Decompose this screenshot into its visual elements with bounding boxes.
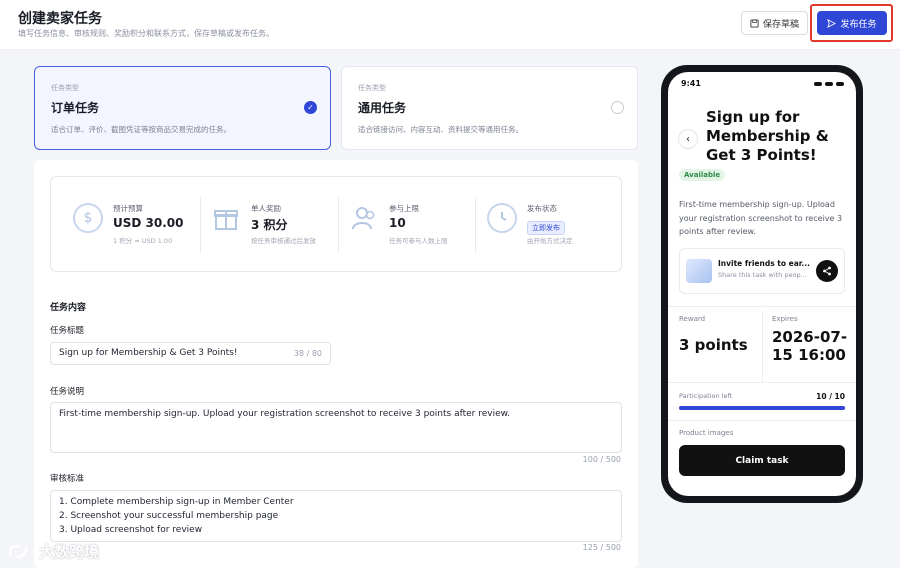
criteria-line: 3. Upload screenshot for review	[59, 525, 203, 535]
stat-status: 发布状态 立即发布 由开始方式决定	[487, 193, 605, 255]
char-counter: 38 / 80	[293, 349, 322, 358]
stats-summary: $ 预计预算 USD 30.00 1 积分 ≈ USD 1.00 单人奖励 3 …	[50, 176, 622, 272]
stat-value: 3 积分	[251, 218, 288, 232]
stat-note: 由开始方式决定	[527, 237, 573, 245]
back-icon[interactable]: ‹	[678, 129, 698, 149]
check-icon[interactable]: ✓	[304, 101, 317, 114]
expires-value: 2026-07-15 16:00	[772, 328, 848, 364]
mobile-preview: 9:41 ‹ Sign up for Membership & Get 3 Po…	[661, 65, 863, 503]
divider	[475, 197, 476, 253]
invite-title: Invite friends to ear...	[718, 259, 810, 268]
reward-label: Reward	[679, 315, 706, 323]
char-counter: 100 / 500	[582, 455, 621, 464]
review-criteria-textarea[interactable]: 1. Complete membership sign-up in Member…	[50, 490, 622, 542]
clock-icon	[487, 203, 517, 233]
form-panel: $ 预计预算 USD 30.00 1 积分 ≈ USD 1.00 单人奖励 3 …	[34, 160, 638, 568]
task-title-input[interactable]: Sign up for Membership & Get 3 Points! 3…	[50, 342, 331, 365]
page-title: 创建卖家任务	[18, 11, 102, 27]
stat-label: 发布状态	[527, 204, 557, 213]
divider	[668, 420, 856, 421]
reward-value: 3 points	[679, 336, 748, 354]
criteria-line: 1. Complete membership sign-up in Member…	[59, 497, 294, 507]
divider	[762, 310, 763, 382]
publish-highlight: 发布任务	[810, 4, 893, 42]
invite-subtitle: Share this task with peop...	[718, 271, 807, 279]
expires-label: Expires	[772, 315, 798, 323]
task-type-card-general[interactable]: 任务类型 通用任务 适合链接访问、内容互动、资料提交等通用任务。	[341, 66, 638, 150]
criteria-line: 2. Screenshot your successful membership…	[59, 511, 279, 521]
stat-limit: 参与上限 10 任务可参与人数上限	[349, 193, 467, 255]
task-description-value: First-time membership sign-up. Upload yo…	[59, 409, 511, 419]
stat-label: 预计预算	[113, 204, 143, 213]
status-badge: 立即发布	[527, 221, 565, 235]
send-icon	[827, 18, 837, 28]
preview-title: Sign up for Membership & Get 3 Points!	[706, 108, 829, 164]
status-badge: Available	[679, 169, 726, 181]
save-draft-label: 保存草稿	[762, 19, 799, 30]
task-type-tag: 任务类型	[51, 84, 79, 92]
char-counter: 125 / 500	[582, 543, 621, 552]
stat-note: 按任务审核通过后发放	[251, 237, 316, 245]
radio-icon[interactable]	[611, 101, 624, 114]
invite-card[interactable]: Invite friends to ear... Share this task…	[679, 248, 845, 294]
field-label: 审核标准	[50, 474, 85, 484]
stat-note: 任务可参与人数上限	[389, 237, 448, 245]
watermark: 大数跨境	[8, 541, 99, 562]
status-icons	[814, 82, 844, 86]
watermark-text: 大数跨境	[39, 543, 100, 561]
divider	[200, 197, 201, 253]
task-type-name: 订单任务	[51, 101, 100, 115]
stat-label: 单人奖励	[251, 204, 281, 213]
claim-task-button[interactable]: Claim task	[679, 445, 845, 476]
divider	[668, 382, 856, 383]
publish-button[interactable]: 发布任务	[817, 11, 887, 35]
publish-label: 发布任务	[840, 19, 877, 30]
task-type-desc: 适合订单、评价、截图凭证等按商品交易完成的任务。	[51, 125, 231, 134]
divider	[338, 197, 339, 253]
stat-reward: 单人奖励 3 积分 按任务审核通过后发放	[211, 193, 329, 255]
task-title-value: Sign up for Membership & Get 3 Points!	[59, 348, 238, 358]
section-title: 任务内容	[50, 303, 87, 313]
save-icon	[750, 18, 759, 28]
gift-icon	[211, 203, 241, 233]
page-subtitle: 填写任务信息、审核规则、奖励积分和联系方式，保存草稿或发布任务。	[18, 29, 274, 38]
page-header: 创建卖家任务 填写任务信息、审核规则、奖励积分和联系方式，保存草稿或发布任务。 …	[0, 0, 900, 50]
field-label: 任务标题	[50, 326, 85, 336]
dollar-icon: $	[73, 203, 103, 233]
images-label: Product images	[679, 429, 734, 437]
task-type-desc: 适合链接访问、内容互动、资料提交等通用任务。	[358, 125, 523, 134]
preview-description: First-time membership sign-up. Upload yo…	[679, 200, 843, 236]
stat-note: 1 积分 ≈ USD 1.00	[113, 237, 173, 245]
stat-budget: $ 预计预算 USD 30.00 1 积分 ≈ USD 1.00	[73, 193, 191, 255]
stat-value: 10	[389, 216, 406, 230]
task-type-tag: 任务类型	[358, 84, 386, 92]
task-type-card-order[interactable]: 任务类型 订单任务 适合订单、评价、截图凭证等按商品交易完成的任务。 ✓	[34, 66, 331, 150]
status-time: 9:41	[681, 79, 701, 88]
invite-image	[686, 259, 712, 283]
stat-value: USD 30.00	[113, 216, 184, 230]
watermark-logo-icon	[9, 544, 28, 559]
stat-label: 参与上限	[389, 204, 419, 213]
share-icon[interactable]	[816, 260, 838, 282]
task-type-name: 通用任务	[358, 101, 407, 115]
participation-progress	[679, 406, 845, 410]
field-label: 任务说明	[50, 387, 85, 397]
participation-label: Participation left	[679, 392, 733, 400]
save-draft-button[interactable]: 保存草稿	[741, 11, 808, 35]
progress-fill	[679, 406, 845, 410]
users-icon	[349, 203, 379, 233]
task-description-textarea[interactable]: First-time membership sign-up. Upload yo…	[50, 402, 622, 453]
participation-count: 10 / 10	[816, 392, 845, 401]
mobile-screen: 9:41 ‹ Sign up for Membership & Get 3 Po…	[668, 72, 856, 496]
divider	[668, 306, 856, 307]
